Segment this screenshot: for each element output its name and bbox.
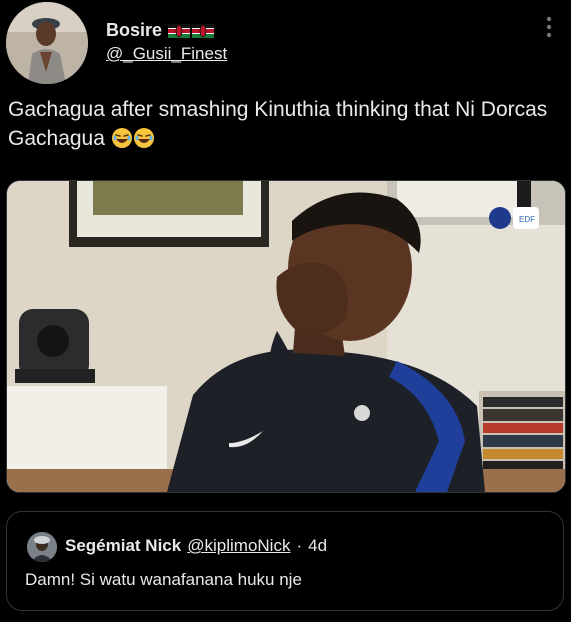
tweet-text: Gachagua after smashing Kinuthia thinkin… <box>8 95 563 157</box>
profile-photo-icon <box>6 2 88 84</box>
kenya-flag-icon <box>168 23 215 38</box>
quoted-display-name[interactable]: Segémiat Nick <box>65 536 181 556</box>
quoted-tweet-text: Damn! Si watu wanafanana huku nje <box>25 570 302 589</box>
tweet-text-body: Gachagua after smashing Kinuthia thinkin… <box>8 98 548 150</box>
more-options-icon[interactable] <box>538 14 560 40</box>
quoted-tweet[interactable]: Segémiat Nick @kiplimoNick · 4d Damn! Si… <box>6 511 564 611</box>
author-display-name[interactable]: Bosire <box>106 20 162 41</box>
quoted-tweet-header: Segémiat Nick @kiplimoNick · 4d <box>65 536 327 556</box>
tweet[interactable]: Bosire @_Gusii_Finest Gachagua after sma… <box>0 0 571 622</box>
laughing-emoji-icon <box>133 127 155 157</box>
video-thumbnail-icon: EDF <box>7 181 565 492</box>
quoted-separator: · <box>296 536 303 555</box>
author-handle[interactable]: @_Gusii_Finest <box>106 44 227 64</box>
laughing-emoji-icon <box>111 127 133 157</box>
quoted-author-avatar[interactable] <box>27 532 57 562</box>
author-name-row[interactable]: Bosire <box>106 20 215 41</box>
edf-badge-text: EDF <box>519 215 535 224</box>
quoted-handle[interactable]: @kiplimoNick <box>187 536 290 556</box>
tweet-media[interactable]: EDF <box>6 180 566 493</box>
author-avatar[interactable] <box>6 2 88 84</box>
quoted-timestamp[interactable]: 4d <box>308 536 327 556</box>
quoted-profile-photo-icon <box>27 532 57 562</box>
